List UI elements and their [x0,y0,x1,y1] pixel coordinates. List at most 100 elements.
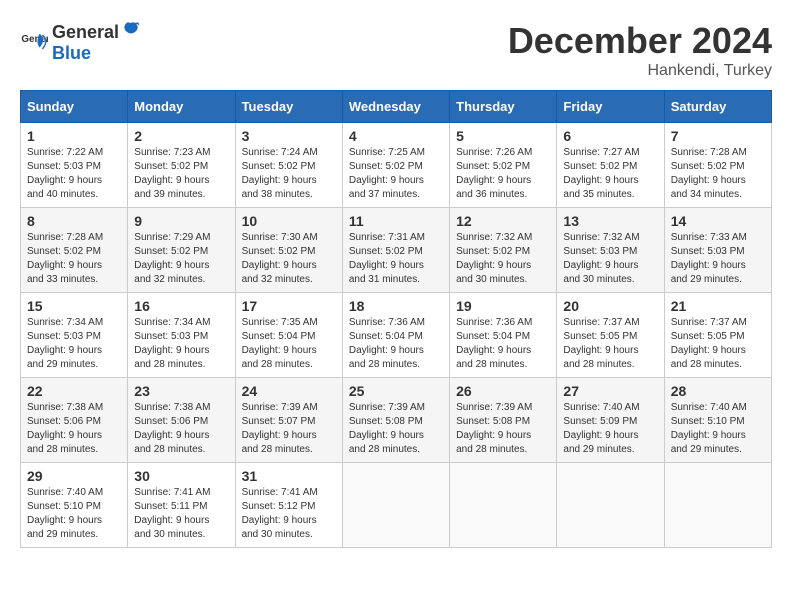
day-number: 19 [456,298,550,314]
calendar-cell: 30 Sunrise: 7:41 AMSunset: 5:11 PMDaylig… [128,463,235,548]
day-number: 6 [563,128,657,144]
day-info: Sunrise: 7:28 AMSunset: 5:02 PMDaylight:… [671,147,747,200]
day-info: Sunrise: 7:32 AMSunset: 5:02 PMDaylight:… [456,232,532,285]
calendar-cell: 5 Sunrise: 7:26 AMSunset: 5:02 PMDayligh… [450,123,557,208]
day-info: Sunrise: 7:39 AMSunset: 5:07 PMDaylight:… [242,402,318,455]
day-info: Sunrise: 7:34 AMSunset: 5:03 PMDaylight:… [27,317,103,370]
calendar-cell [450,463,557,548]
week-row-4: 22 Sunrise: 7:38 AMSunset: 5:06 PMDaylig… [21,378,772,463]
day-number: 1 [27,128,121,144]
calendar-cell: 13 Sunrise: 7:32 AMSunset: 5:03 PMDaylig… [557,208,664,293]
calendar-cell: 27 Sunrise: 7:40 AMSunset: 5:09 PMDaylig… [557,378,664,463]
day-number: 14 [671,213,765,229]
calendar-cell: 12 Sunrise: 7:32 AMSunset: 5:02 PMDaylig… [450,208,557,293]
calendar-cell: 19 Sunrise: 7:36 AMSunset: 5:04 PMDaylig… [450,293,557,378]
day-number: 21 [671,298,765,314]
day-number: 7 [671,128,765,144]
calendar-cell: 8 Sunrise: 7:28 AMSunset: 5:02 PMDayligh… [21,208,128,293]
title-area: December 2024 Hankendi, Turkey [508,20,772,80]
calendar-cell: 11 Sunrise: 7:31 AMSunset: 5:02 PMDaylig… [342,208,449,293]
day-info: Sunrise: 7:36 AMSunset: 5:04 PMDaylight:… [349,317,425,370]
day-number: 16 [134,298,228,314]
calendar-cell: 26 Sunrise: 7:39 AMSunset: 5:08 PMDaylig… [450,378,557,463]
day-info: Sunrise: 7:39 AMSunset: 5:08 PMDaylight:… [349,402,425,455]
calendar-cell: 31 Sunrise: 7:41 AMSunset: 5:12 PMDaylig… [235,463,342,548]
day-number: 25 [349,383,443,399]
logo-blue: Blue [52,43,91,63]
day-info: Sunrise: 7:39 AMSunset: 5:08 PMDaylight:… [456,402,532,455]
day-info: Sunrise: 7:27 AMSunset: 5:02 PMDaylight:… [563,147,639,200]
calendar-cell: 20 Sunrise: 7:37 AMSunset: 5:05 PMDaylig… [557,293,664,378]
day-header-friday: Friday [557,91,664,123]
day-number: 26 [456,383,550,399]
day-header-monday: Monday [128,91,235,123]
day-info: Sunrise: 7:38 AMSunset: 5:06 PMDaylight:… [27,402,103,455]
calendar-cell: 10 Sunrise: 7:30 AMSunset: 5:02 PMDaylig… [235,208,342,293]
week-row-5: 29 Sunrise: 7:40 AMSunset: 5:10 PMDaylig… [21,463,772,548]
day-number: 12 [456,213,550,229]
day-info: Sunrise: 7:23 AMSunset: 5:02 PMDaylight:… [134,147,210,200]
day-info: Sunrise: 7:24 AMSunset: 5:02 PMDaylight:… [242,147,318,200]
day-number: 24 [242,383,336,399]
day-number: 17 [242,298,336,314]
day-info: Sunrise: 7:41 AMSunset: 5:12 PMDaylight:… [242,487,318,540]
day-number: 23 [134,383,228,399]
day-header-sunday: Sunday [21,91,128,123]
day-number: 30 [134,468,228,484]
calendar-cell: 29 Sunrise: 7:40 AMSunset: 5:10 PMDaylig… [21,463,128,548]
logo: General General Blue [20,20,141,64]
day-info: Sunrise: 7:26 AMSunset: 5:02 PMDaylight:… [456,147,532,200]
day-number: 3 [242,128,336,144]
calendar-cell: 2 Sunrise: 7:23 AMSunset: 5:02 PMDayligh… [128,123,235,208]
page-subtitle: Hankendi, Turkey [508,62,772,80]
calendar-cell: 18 Sunrise: 7:36 AMSunset: 5:04 PMDaylig… [342,293,449,378]
day-info: Sunrise: 7:41 AMSunset: 5:11 PMDaylight:… [134,487,210,540]
calendar-cell: 28 Sunrise: 7:40 AMSunset: 5:10 PMDaylig… [664,378,771,463]
day-info: Sunrise: 7:37 AMSunset: 5:05 PMDaylight:… [563,317,639,370]
day-number: 5 [456,128,550,144]
day-info: Sunrise: 7:33 AMSunset: 5:03 PMDaylight:… [671,232,747,285]
day-info: Sunrise: 7:36 AMSunset: 5:04 PMDaylight:… [456,317,532,370]
day-info: Sunrise: 7:40 AMSunset: 5:09 PMDaylight:… [563,402,639,455]
day-info: Sunrise: 7:38 AMSunset: 5:06 PMDaylight:… [134,402,210,455]
calendar-cell: 17 Sunrise: 7:35 AMSunset: 5:04 PMDaylig… [235,293,342,378]
logo-general: General [52,22,119,43]
calendar-table: SundayMondayTuesdayWednesdayThursdayFrid… [20,90,772,548]
calendar-cell: 23 Sunrise: 7:38 AMSunset: 5:06 PMDaylig… [128,378,235,463]
week-row-3: 15 Sunrise: 7:34 AMSunset: 5:03 PMDaylig… [21,293,772,378]
day-info: Sunrise: 7:35 AMSunset: 5:04 PMDaylight:… [242,317,318,370]
logo-icon: General [20,28,48,56]
day-number: 31 [242,468,336,484]
calendar-cell [342,463,449,548]
day-info: Sunrise: 7:22 AMSunset: 5:03 PMDaylight:… [27,147,103,200]
day-number: 29 [27,468,121,484]
day-number: 28 [671,383,765,399]
day-number: 20 [563,298,657,314]
calendar-cell: 21 Sunrise: 7:37 AMSunset: 5:05 PMDaylig… [664,293,771,378]
calendar-cell: 24 Sunrise: 7:39 AMSunset: 5:07 PMDaylig… [235,378,342,463]
day-header-saturday: Saturday [664,91,771,123]
calendar-cell: 1 Sunrise: 7:22 AMSunset: 5:03 PMDayligh… [21,123,128,208]
day-info: Sunrise: 7:40 AMSunset: 5:10 PMDaylight:… [27,487,103,540]
day-info: Sunrise: 7:30 AMSunset: 5:02 PMDaylight:… [242,232,318,285]
header: General General Blue December 2024 Hanke… [20,20,772,80]
calendar-cell: 4 Sunrise: 7:25 AMSunset: 5:02 PMDayligh… [342,123,449,208]
logo-bird-icon [121,20,139,38]
day-number: 8 [27,213,121,229]
week-row-1: 1 Sunrise: 7:22 AMSunset: 5:03 PMDayligh… [21,123,772,208]
day-number: 13 [563,213,657,229]
calendar-cell: 9 Sunrise: 7:29 AMSunset: 5:02 PMDayligh… [128,208,235,293]
calendar-cell [557,463,664,548]
day-info: Sunrise: 7:40 AMSunset: 5:10 PMDaylight:… [671,402,747,455]
day-number: 27 [563,383,657,399]
day-number: 15 [27,298,121,314]
day-header-tuesday: Tuesday [235,91,342,123]
day-info: Sunrise: 7:31 AMSunset: 5:02 PMDaylight:… [349,232,425,285]
day-header-thursday: Thursday [450,91,557,123]
day-info: Sunrise: 7:32 AMSunset: 5:03 PMDaylight:… [563,232,639,285]
header-row: SundayMondayTuesdayWednesdayThursdayFrid… [21,91,772,123]
day-info: Sunrise: 7:37 AMSunset: 5:05 PMDaylight:… [671,317,747,370]
calendar-cell: 16 Sunrise: 7:34 AMSunset: 5:03 PMDaylig… [128,293,235,378]
day-number: 4 [349,128,443,144]
calendar-cell: 14 Sunrise: 7:33 AMSunset: 5:03 PMDaylig… [664,208,771,293]
